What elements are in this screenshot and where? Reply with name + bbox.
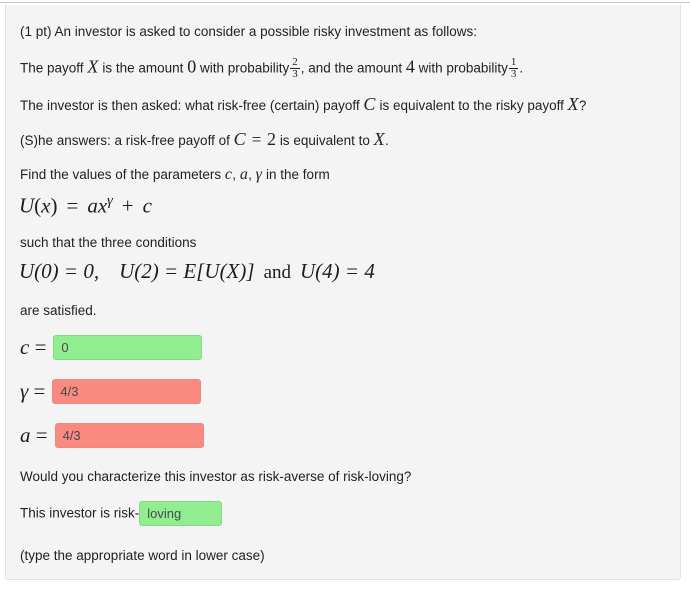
question-line: The investor is then asked: what risk-fr… <box>20 95 586 115</box>
investor-prefix-text: This investor is risk- <box>20 505 140 521</box>
payoff-seg-3: with probability <box>199 60 290 76</box>
eq-paren-close: ) <box>50 193 58 218</box>
find-seg-2: in the form <box>266 167 330 182</box>
payoff-seg-4: , and the amount <box>300 60 403 76</box>
eq-equals: = <box>66 193 79 218</box>
question-seg-2: is equivalent to the risky payoff <box>379 98 564 113</box>
characterize-question-text: Would you characterize this investor as … <box>20 469 412 484</box>
answer-label-c: c = <box>20 335 46 360</box>
payoff-seg-5: with probability <box>418 60 508 76</box>
payoff-seg-6: . <box>519 60 524 76</box>
shehe-seg-2: is equivalent to <box>279 133 370 148</box>
math-param-gamma: γ <box>255 166 263 183</box>
answer-row-gamma: γ = <box>20 379 202 404</box>
math-var-x: X <box>373 129 385 149</box>
answer-input-c[interactable] <box>53 335 203 360</box>
payoff-seg-1: The payoff <box>20 60 84 76</box>
eq-u: U <box>19 193 35 218</box>
conditions-intro-line: such that the three conditions <box>20 234 196 252</box>
answer-var-c: c <box>20 335 30 359</box>
shehe-seg-1: (S)he answers: a risk-free payoff of <box>20 133 230 148</box>
answer-var-gamma: γ <box>20 379 29 403</box>
satisfied-text: are satisfied. <box>20 303 97 318</box>
investor-answer-line: This investor is risk- <box>20 501 223 526</box>
fraction-numerator: 1 <box>510 56 517 68</box>
math-amount-zero: 0 <box>187 56 197 77</box>
answer-var-a: a <box>20 423 31 447</box>
answer-input-gamma[interactable] <box>52 379 202 404</box>
conditions-intro-text: such that the three conditions <box>20 235 197 250</box>
answer-eq-gamma: = <box>33 379 46 403</box>
intro-text: An investor is asked to consider a possi… <box>54 24 477 39</box>
answer-row-c: c = <box>20 335 203 360</box>
find-parameters-line: Find the values of the parameters c, a, … <box>20 166 330 184</box>
answer-eq-a: = <box>35 423 48 447</box>
problem-panel: (1 pt) An investor is asked to consider … <box>5 5 681 580</box>
characterize-question-line: Would you characterize this investor as … <box>20 468 411 486</box>
hint-line: (type the appropriate word in lower case… <box>20 547 265 565</box>
find-comma-1: , <box>232 167 237 182</box>
answer-label-a: a = <box>20 423 48 448</box>
math-var-c: C <box>233 129 246 149</box>
answer-eq-c: = <box>34 335 47 359</box>
answer-row-a: a = <box>20 423 204 448</box>
condition-3: U(4) = 4 <box>300 259 375 283</box>
payoff-line: The payoff X is the amount 0 with probab… <box>20 56 524 81</box>
math-param-a: a <box>239 166 249 183</box>
find-comma-2: , <box>248 167 252 182</box>
eq-x: x <box>41 193 51 218</box>
math-var-c: C <box>363 94 376 114</box>
fraction-numerator: 2 <box>292 56 298 68</box>
eq-gamma-exponent: γ <box>107 193 113 209</box>
answer-label-gamma: γ = <box>20 379 45 404</box>
hint-text: (type the appropriate word in lower case… <box>20 548 265 563</box>
fraction-two-thirds: 23 <box>290 56 300 81</box>
points-label: (1 pt) <box>20 24 52 39</box>
utility-function-equation: U(x) = axγ + c <box>19 193 152 218</box>
eq-plus: + <box>121 193 134 218</box>
fraction-denominator: 3 <box>508 68 519 81</box>
eq-a: a <box>87 193 98 218</box>
condition-1: U(0) = 0, <box>19 259 100 283</box>
find-seg-1: Find the values of the parameters <box>20 167 222 182</box>
fraction-denominator: 3 <box>290 68 300 81</box>
math-amount-four: 4 <box>405 56 415 77</box>
math-equals: = <box>251 130 262 149</box>
eq-x-base: x <box>97 193 108 218</box>
payoff-seg-2: is the amount <box>102 60 184 76</box>
math-var-x: X <box>87 56 99 77</box>
satisfied-line: are satisfied. <box>20 302 97 320</box>
fraction-one-third: 13 <box>508 56 519 81</box>
shehe-seg-3: . <box>384 133 389 148</box>
math-value-two: 2 <box>267 129 277 149</box>
intro-line: (1 pt) An investor is asked to consider … <box>20 23 477 41</box>
conditions-equation: U(0) = 0, U(2) = E[U(X)] and U(4) = 4 <box>19 259 375 284</box>
question-seg-1: The investor is then asked: what risk-fr… <box>20 98 360 113</box>
conditions-and: and <box>263 262 291 283</box>
eq-c: c <box>142 193 152 218</box>
shehe-answer-line: (S)he answers: a risk-free payoff of C =… <box>20 130 389 150</box>
condition-2: U(2) = E[U(X)] <box>119 259 255 283</box>
investor-type-input[interactable] <box>139 501 223 526</box>
math-var-x: X <box>567 94 579 114</box>
top-divider <box>0 2 690 3</box>
question-seg-3: ? <box>578 98 587 113</box>
answer-input-a[interactable] <box>54 423 204 448</box>
